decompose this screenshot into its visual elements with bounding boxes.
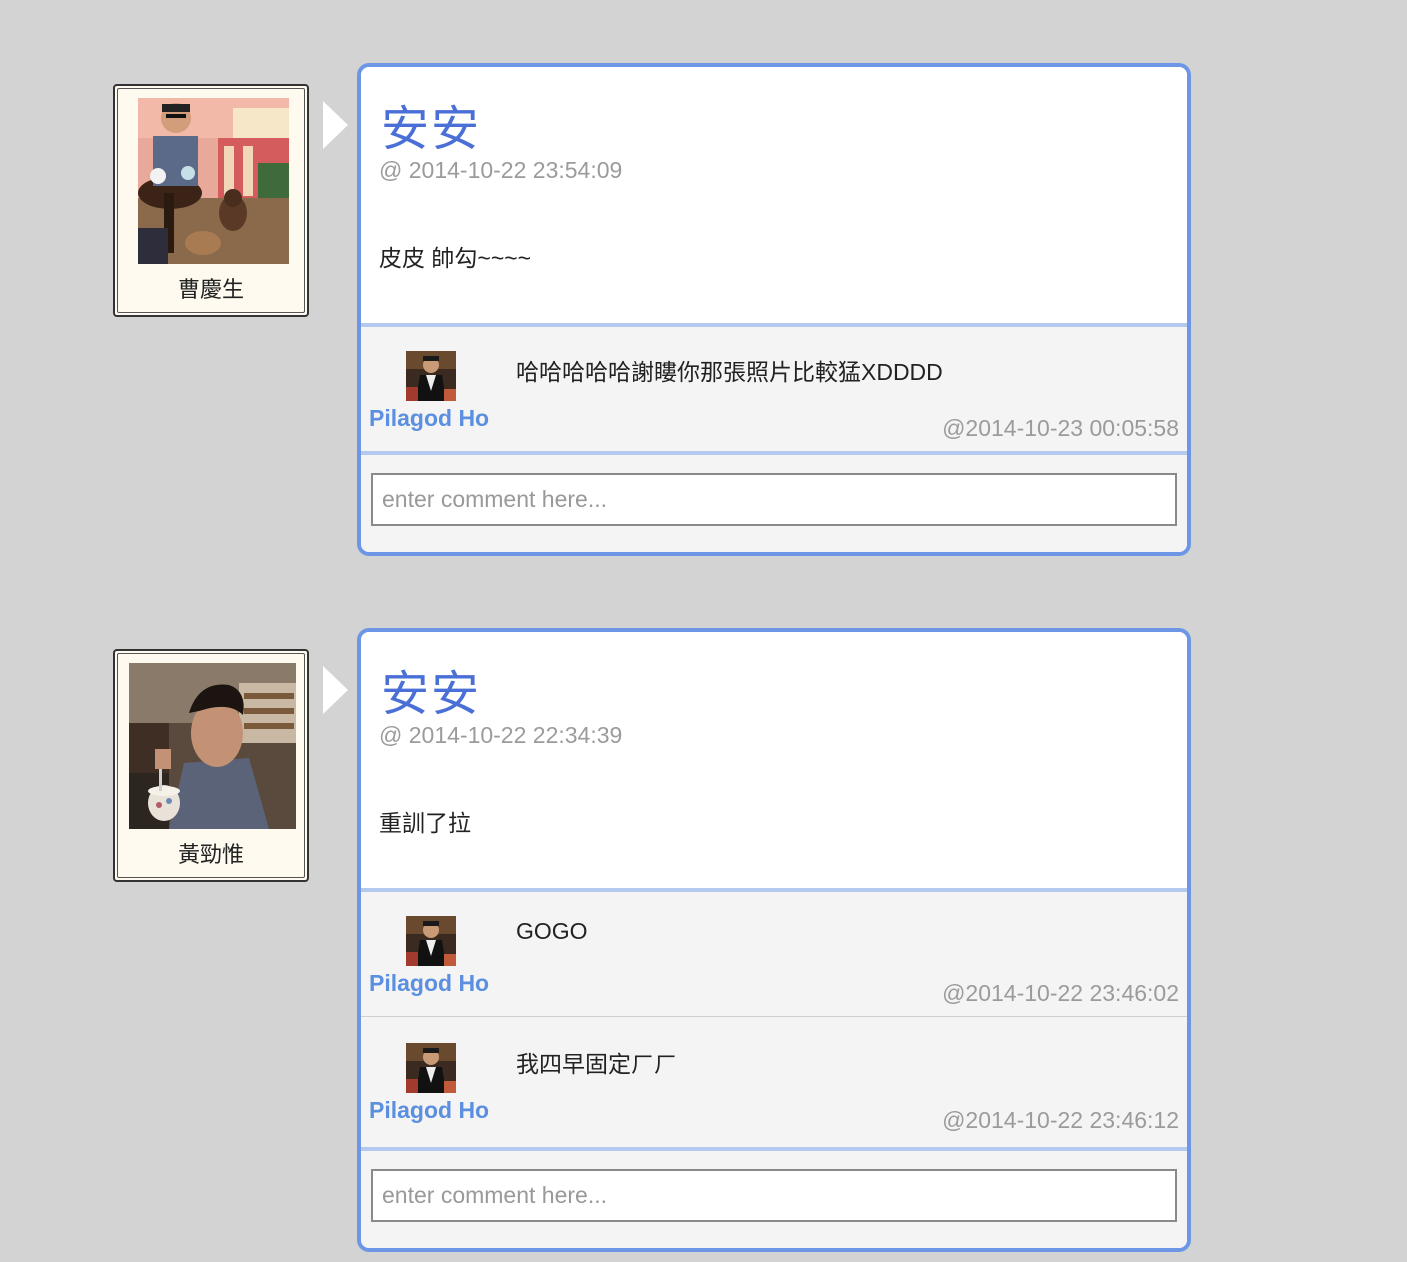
- post-card: 安安 @ 2014-10-22 22:34:39 重訓了拉 Pilagod Ho…: [357, 628, 1191, 1252]
- post-title: 安安: [381, 101, 482, 157]
- comment: Pilagod Ho 哈哈哈哈哈謝瞜你那張照片比較猛XDDDD @2014-10…: [361, 323, 1187, 451]
- comment-timestamp: @2014-10-22 23:46:12: [942, 1107, 1179, 1133]
- author-name: 曹慶生: [177, 277, 244, 302]
- post-feed: 曹慶生 安安 @ 2014-10-22 23:54:09 皮皮 帥勾~~~~ P…: [0, 0, 1407, 1262]
- comment-input[interactable]: [371, 1169, 1177, 1222]
- author-photo: [138, 98, 289, 264]
- comment: Pilagod Ho 我四早固定ㄏㄏ @2014-10-22 23:46:12: [361, 1016, 1187, 1147]
- post-text: 皮皮 帥勾~~~~: [379, 245, 532, 271]
- comment: Pilagod Ho GOGO @2014-10-22 23:46:02: [361, 888, 1187, 1016]
- comment-timestamp: @2014-10-22 23:46:02: [942, 980, 1179, 1006]
- card-pointer: [323, 101, 348, 149]
- author-name: 黃勁惟: [177, 842, 244, 867]
- commenter-name-link[interactable]: Pilagod Ho: [369, 1097, 489, 1124]
- author-card[interactable]: 曹慶生: [113, 84, 309, 317]
- comment-form: [361, 451, 1187, 552]
- commenter-avatar[interactable]: [406, 916, 456, 966]
- post-timestamp: @ 2014-10-22 23:54:09: [379, 157, 623, 183]
- post-body: 安安 @ 2014-10-22 23:54:09 皮皮 帥勾~~~~: [361, 67, 1187, 323]
- comment-text: GOGO: [516, 918, 588, 944]
- commenter-name-link[interactable]: Pilagod Ho: [369, 405, 489, 432]
- author-card[interactable]: 黃勁惟: [113, 649, 309, 882]
- comment-input[interactable]: [371, 473, 1177, 526]
- comment-text: 我四早固定ㄏㄏ: [516, 1051, 677, 1077]
- author-photo: [129, 663, 296, 829]
- post-title: 安安: [381, 666, 482, 722]
- post-card: 安安 @ 2014-10-22 23:54:09 皮皮 帥勾~~~~ Pilag…: [357, 63, 1191, 556]
- commenter-name-link[interactable]: Pilagod Ho: [369, 970, 489, 997]
- commenter-avatar[interactable]: [406, 351, 456, 401]
- post-text: 重訓了拉: [379, 810, 471, 836]
- commenter-avatar[interactable]: [406, 1043, 456, 1093]
- comment-timestamp: @2014-10-23 00:05:58: [942, 415, 1179, 441]
- card-pointer: [323, 666, 348, 714]
- post-body: 安安 @ 2014-10-22 22:34:39 重訓了拉: [361, 632, 1187, 888]
- comment-form: [361, 1147, 1187, 1248]
- comment-text: 哈哈哈哈哈謝瞜你那張照片比較猛XDDDD: [516, 359, 943, 385]
- post-timestamp: @ 2014-10-22 22:34:39: [379, 722, 623, 748]
